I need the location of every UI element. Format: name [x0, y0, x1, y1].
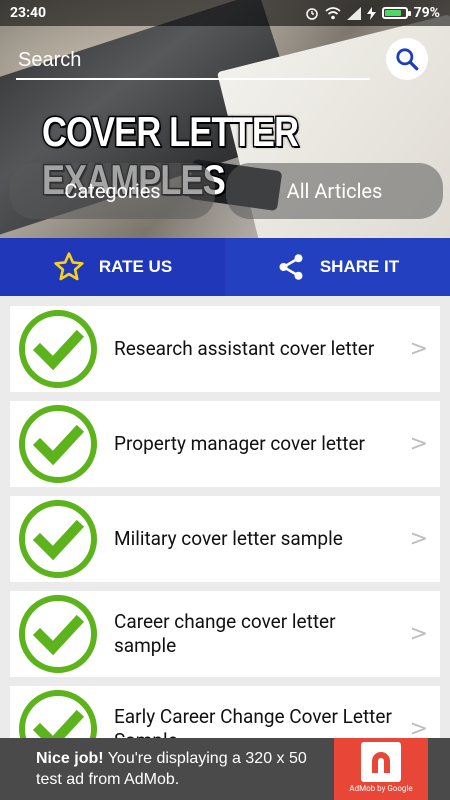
search-icon [396, 48, 419, 71]
battery-fill [384, 10, 401, 16]
action-bar: RATE US SHARE IT [0, 238, 450, 296]
list-item[interactable]: Research assistant cover letter > [10, 306, 440, 392]
admob-logo: AdMob by Google [334, 738, 428, 800]
rate-us-button[interactable]: RATE US [0, 238, 225, 296]
share-it-label: SHARE IT [319, 257, 400, 276]
share-it-button[interactable]: SHARE IT [225, 238, 450, 296]
checkmark-icon [18, 594, 98, 674]
rate-us-label: RATE US [98, 257, 173, 276]
checkmark-icon [18, 404, 98, 484]
battery-percentage: 79% [413, 5, 440, 21]
checkmark-icon [18, 499, 98, 579]
search-input[interactable] [16, 42, 370, 80]
all-articles-button[interactable]: All Articles [226, 163, 443, 219]
article-list: Research assistant cover letter > Proper… [10, 306, 440, 781]
chevron-right-icon: > [409, 336, 428, 362]
admob-caption: AdMob by Google [349, 784, 413, 793]
star-icon [54, 252, 84, 281]
list-item-title: Research assistant cover letter [114, 337, 375, 360]
chevron-right-icon: > [409, 526, 428, 552]
alarm-icon [305, 8, 318, 20]
signal-icon [346, 6, 361, 20]
list-item-title: Career change cover letter sample [114, 610, 336, 657]
list-item[interactable]: Military cover letter sample > [10, 496, 440, 582]
categories-button[interactable]: Categories [10, 163, 215, 219]
chevron-right-icon: > [409, 621, 428, 647]
list-item[interactable]: Career change cover letter sample > [10, 591, 440, 677]
admob-icon [361, 742, 401, 782]
categories-label: Categories [64, 179, 161, 203]
charging-icon [366, 6, 376, 20]
chevron-right-icon: > [409, 431, 428, 457]
list-item-title: Military cover letter sample [114, 527, 343, 550]
wifi-icon [325, 6, 341, 19]
search-button[interactable] [386, 38, 428, 80]
list-item[interactable]: Property manager cover letter > [10, 401, 440, 487]
share-icon [279, 254, 303, 280]
status-time: 23:40 [10, 5, 47, 21]
ad-banner[interactable]: Nice job! You're displaying a 320 x 50 t… [0, 738, 450, 800]
all-articles-label: All Articles [286, 179, 383, 203]
ad-headline: Nice job! [36, 750, 104, 767]
list-item-title: Property manager cover letter [114, 432, 365, 455]
battery-icon [381, 7, 411, 19]
ad-text: Nice job! You're displaying a 320 x 50 t… [36, 748, 336, 790]
status-icons: 79% [305, 5, 440, 21]
header-hero: COVER LETTER EXAMPLES Categories All Art… [0, 0, 450, 238]
status-bar: 23:40 79% [0, 0, 450, 26]
checkmark-icon [18, 309, 98, 389]
search-bar [16, 38, 428, 80]
